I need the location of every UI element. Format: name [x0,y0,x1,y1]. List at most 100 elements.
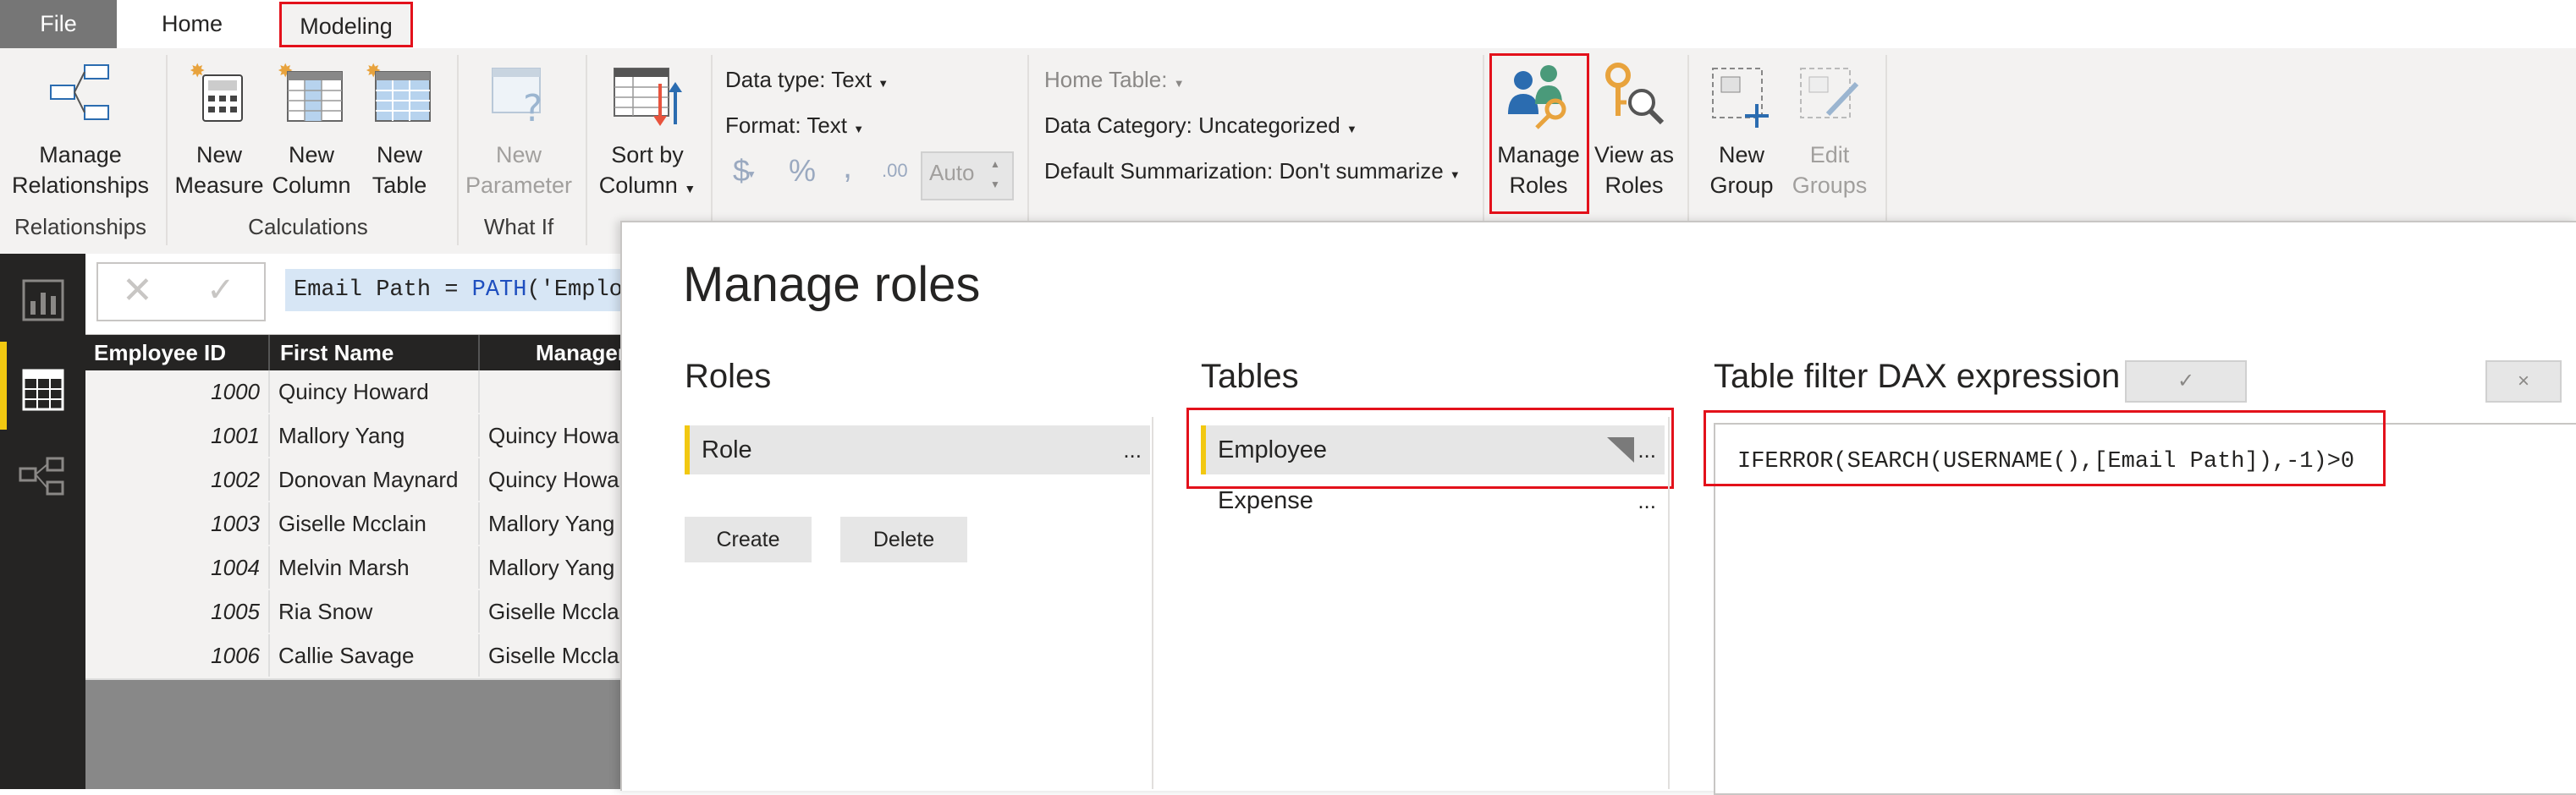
group-label-whatif: What If [483,214,554,239]
percent-icon[interactable]: % [789,153,816,189]
cell-manager[interactable]: Giselle Mccla [478,590,627,633]
manage-relationships-label2: Relationships [11,173,150,198]
cell-employee-id[interactable]: 1006 [85,634,268,677]
chevron-down-icon: ▼ [853,123,865,135]
chevron-down-icon: ▼ [1346,123,1357,135]
new-group-label1: New [1718,142,1764,167]
table-row[interactable]: 1006 Callie Savage Giselle Mccla [85,634,627,680]
cancel-formula-icon[interactable]: ✕ [122,269,153,312]
ribbon-separator [1483,55,1484,245]
tab-modeling[interactable]: Modeling [279,2,413,47]
data-type-dropdown[interactable]: Data type: Text ▼ [725,67,889,93]
decimals-icon[interactable]: .00 [882,160,908,182]
new-group-icon [1712,68,1769,128]
new-column-button[interactable]: ✸ New Column [269,57,354,209]
column-header-manager[interactable]: Manager [536,335,626,370]
svg-text:?: ? [523,87,542,124]
new-parameter-button[interactable]: ? New Parameter [464,57,574,209]
ribbon-separator [1885,55,1887,245]
manage-relationships-label1: Manage [39,142,122,167]
highlight-box-manage-roles [1489,53,1589,214]
cell-first-name[interactable]: Melvin Marsh [268,546,478,589]
group-label-calculations: Calculations [248,214,368,239]
edit-groups-button[interactable]: Edit Groups [1787,57,1872,209]
highlight-box-dax [1704,410,2386,486]
ribbon-tabs: File Home Modeling [0,0,2576,48]
cell-manager[interactable]: Giselle Mccla [478,634,627,677]
table-row[interactable]: 1001 Mallory Yang Quincy Howa [85,414,627,460]
more-options-icon[interactable]: ... [1638,476,1656,525]
more-options-icon[interactable]: ... [1123,425,1142,474]
decimal-places-value: Auto [929,160,975,185]
cell-first-name[interactable]: Quincy Howard [268,370,478,413]
edit-groups-icon [1800,68,1859,118]
left-nav [0,254,85,789]
new-measure-button[interactable]: ✸ New Measure [173,57,266,209]
column-header-employee-id[interactable]: Employee ID [94,335,226,370]
sort-by-column-button[interactable]: Sort by Column ▼ [592,57,702,209]
cell-manager[interactable]: Mallory Yang [478,546,627,589]
formula-input[interactable]: Email Path = PATH('Emplo [285,269,632,311]
ribbon-separator [166,55,168,245]
cancel-dax-button[interactable]: × [2485,360,2562,403]
view-as-roles-button[interactable]: View as Roles [1589,57,1679,209]
new-table-icon: ✸ [366,60,431,122]
report-view-icon[interactable] [22,279,64,321]
cell-employee-id[interactable]: 1003 [85,502,268,545]
stepper-down-icon[interactable]: ▼ [990,178,1000,190]
new-group-label2: Group [1709,173,1774,198]
sort-by-label1: Sort by [611,142,684,167]
role-list-item[interactable]: Role ... [685,425,1150,474]
home-table-dropdown[interactable]: Home Table: ▼ [1044,67,1185,93]
roles-section-header: Roles [685,358,772,395]
tab-file[interactable]: File [0,0,117,48]
formula-buttons: ✕ ✓ [96,262,266,321]
new-group-button[interactable]: New Group [1699,57,1784,209]
cell-manager[interactable] [478,370,627,413]
cell-first-name[interactable]: Mallory Yang [268,414,478,457]
comma-icon[interactable]: , [843,148,852,186]
table-row[interactable]: 1000 Quincy Howard [85,370,627,416]
new-table-button[interactable]: ✸ New Table [357,57,442,209]
tab-home[interactable]: Home [117,0,267,48]
column-header-first-name[interactable]: First Name [280,335,394,370]
create-role-button[interactable]: Create [685,517,812,562]
new-measure-label2: Measure [174,173,264,198]
cell-employee-id[interactable]: 1001 [85,414,268,457]
cell-manager[interactable]: Quincy Howa [478,414,627,457]
data-grid: Employee ID First Name Manager 1000 Quinc… [85,335,627,789]
accept-dax-button[interactable]: ✓ [2125,360,2247,403]
chevron-down-icon: ▼ [1173,77,1185,90]
default-summarization-dropdown[interactable]: Default Summarization: Don't summarize ▼ [1044,158,1461,184]
chevron-down-icon: ▼ [746,168,757,180]
cell-employee-id[interactable]: 1000 [85,370,268,413]
delete-role-button[interactable]: Delete [840,517,967,562]
cell-manager[interactable]: Mallory Yang [478,502,627,545]
chevron-down-icon: ▼ [684,182,696,195]
table-row[interactable]: 1003 Giselle Mcclain Mallory Yang [85,502,627,548]
data-view-icon[interactable] [22,369,64,411]
cell-employee-id[interactable]: 1005 [85,590,268,633]
cell-first-name[interactable]: Donovan Maynard [268,458,478,501]
cell-first-name[interactable]: Callie Savage [268,634,478,677]
manage-relationships-button[interactable]: Manage Relationships [0,57,161,209]
format-dropdown[interactable]: Format: Text ▼ [725,112,864,139]
stepper-up-icon[interactable]: ▲ [990,158,1000,170]
group-label-relationships: Relationships [14,214,147,239]
table-row[interactable]: 1004 Melvin Marsh Mallory Yang [85,546,627,592]
cell-employee-id[interactable]: 1004 [85,546,268,589]
model-view-icon[interactable] [19,457,66,499]
table-row[interactable]: 1002 Donovan Maynard Quincy Howa [85,458,627,504]
data-category-dropdown[interactable]: Data Category: Uncategorized ▼ [1044,112,1357,139]
commit-formula-icon[interactable]: ✓ [206,271,235,310]
decimal-places-stepper[interactable]: Auto ▲ ▼ [921,151,1014,200]
cell-employee-id[interactable]: 1002 [85,458,268,501]
table-name: Expense [1218,487,1313,514]
ribbon-separator [1687,55,1689,245]
table-list-item-expense[interactable]: Expense ... [1206,476,1665,525]
cell-manager[interactable]: Quincy Howa [478,458,627,501]
cell-first-name[interactable]: Ria Snow [268,590,478,633]
new-table-label2: Table [372,173,427,198]
cell-first-name[interactable]: Giselle Mcclain [268,502,478,545]
table-row[interactable]: 1005 Ria Snow Giselle Mccla [85,590,627,636]
